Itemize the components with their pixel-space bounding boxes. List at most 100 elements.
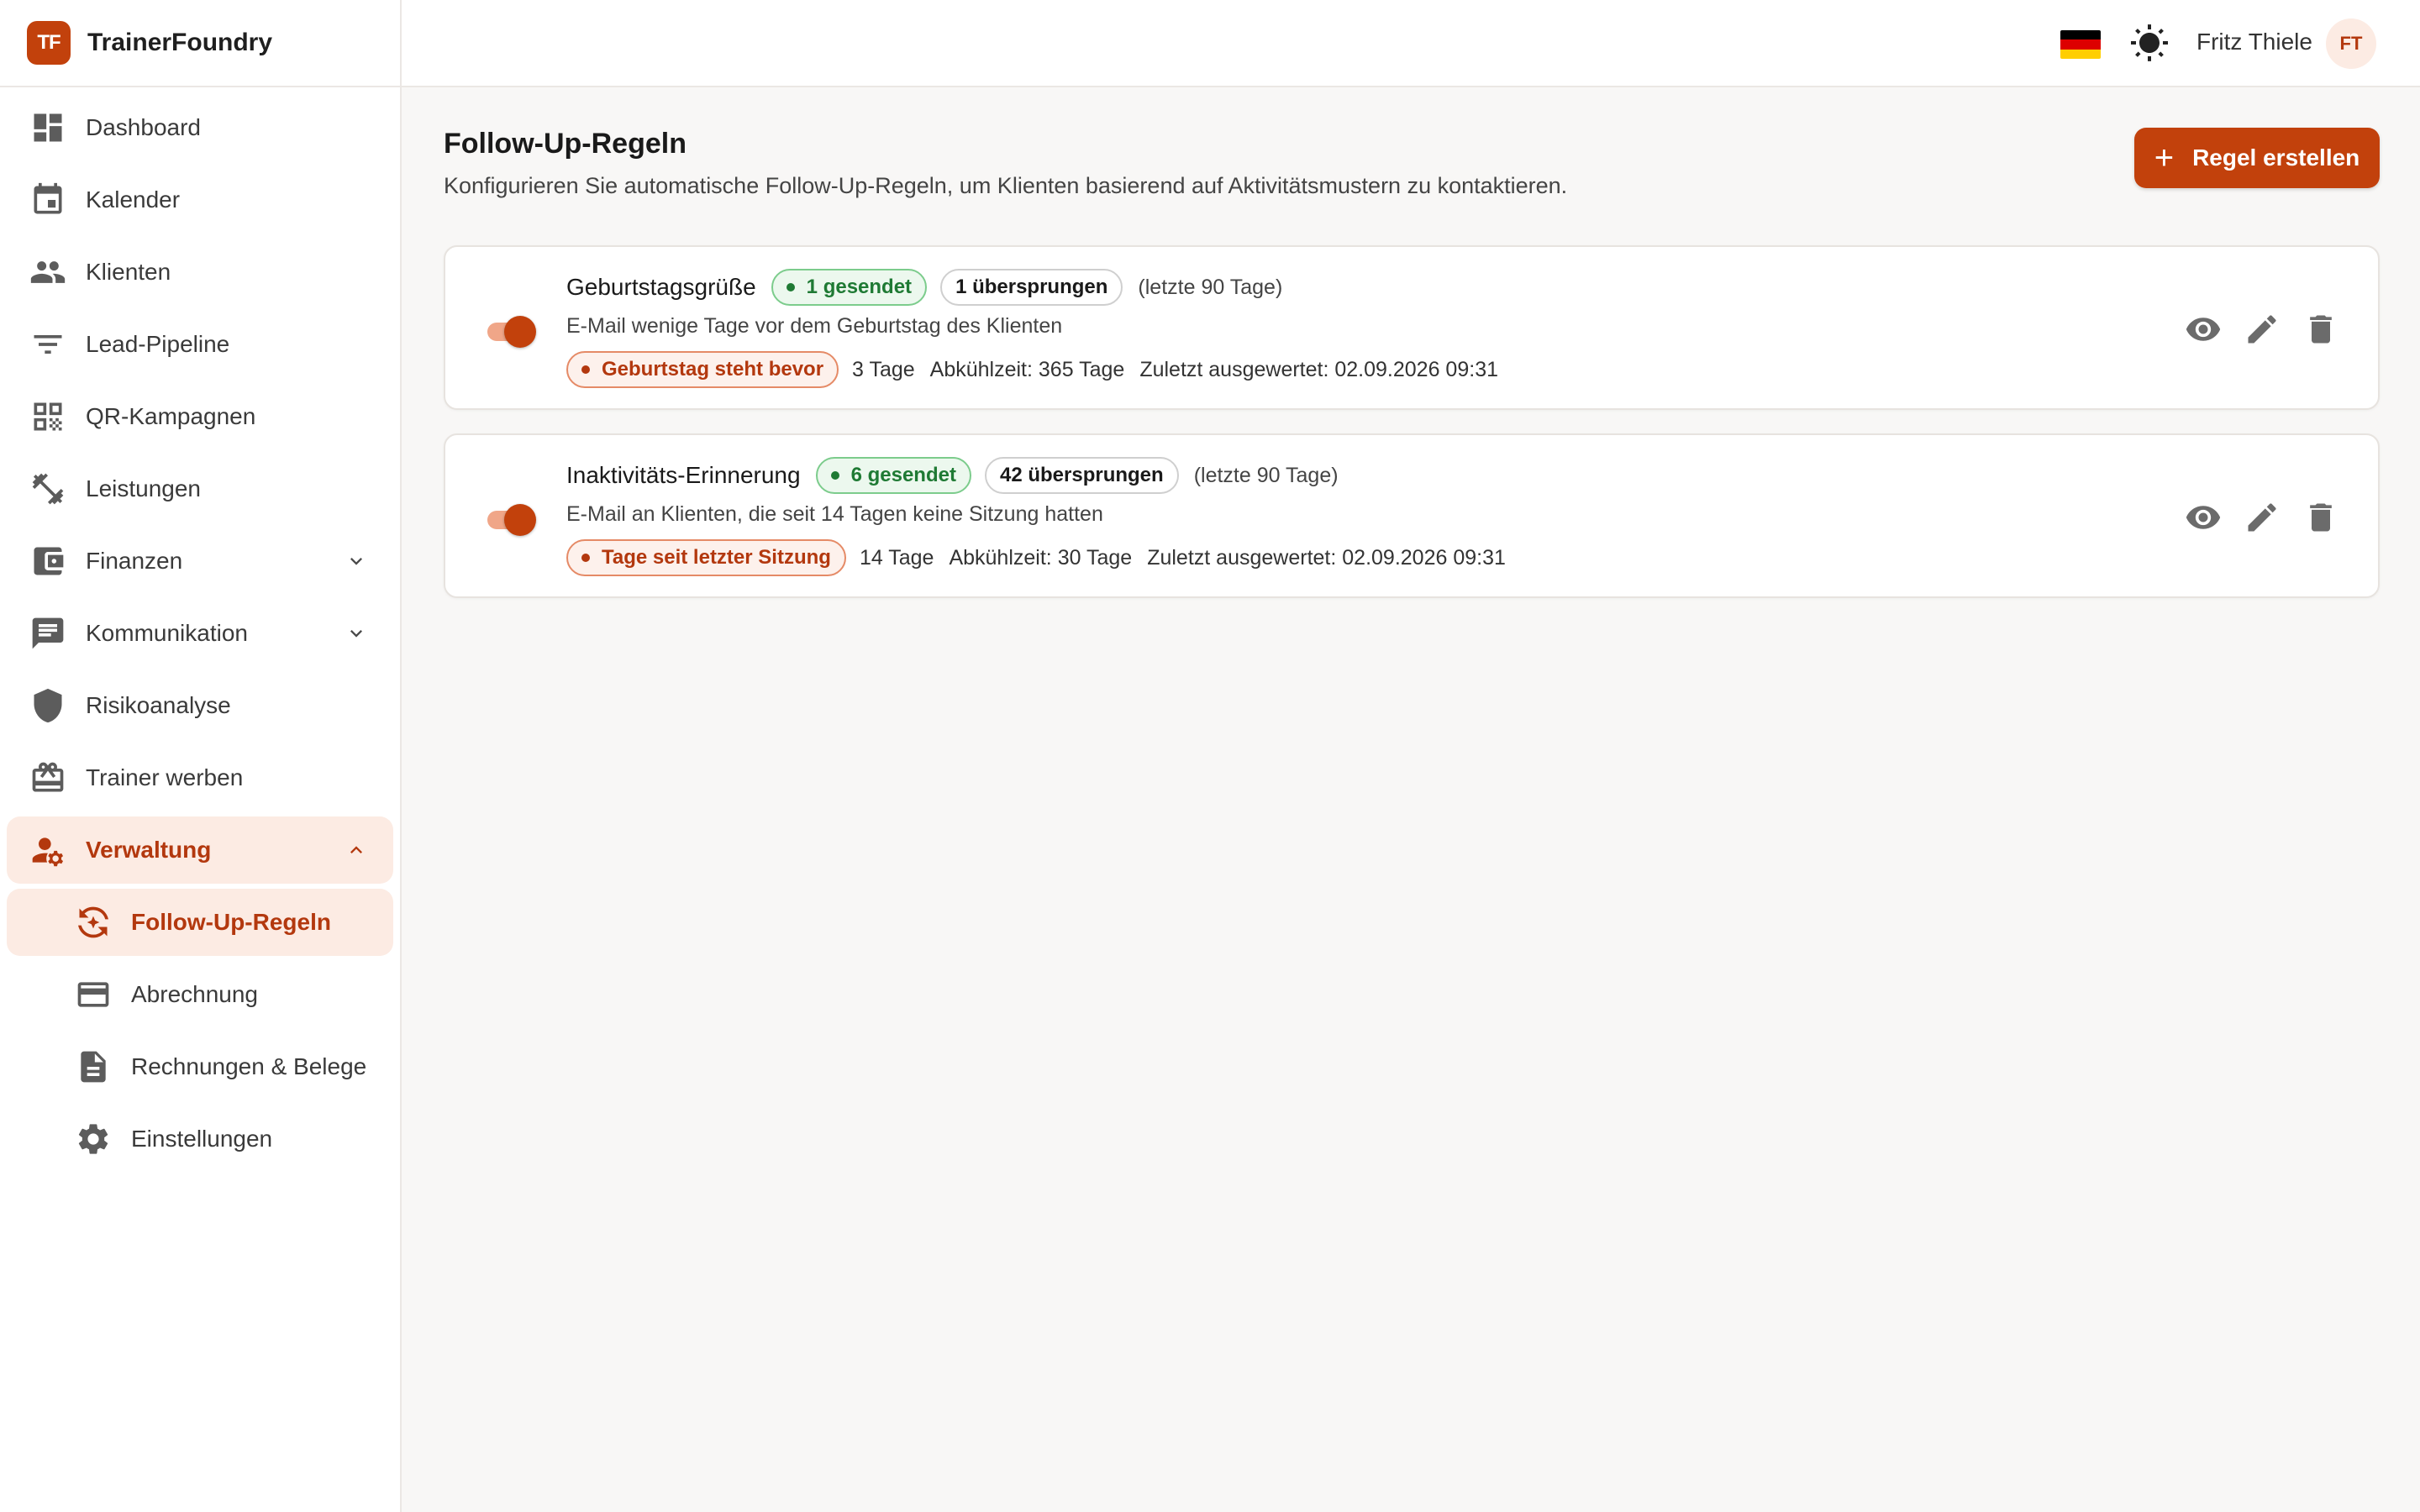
period-text: (letzte 90 Tage) [1138, 275, 1283, 299]
qr-code-icon [29, 397, 67, 436]
sidebar-item-label: Lead-Pipeline [86, 331, 230, 357]
wallet-icon [29, 542, 67, 580]
chevron-down-icon [345, 622, 368, 645]
sent-count: 1 gesendet [806, 276, 913, 298]
trigger-label: Tage seit letzter Sitzung [602, 546, 831, 569]
user-name[interactable]: Fritz Thiele [2196, 29, 2312, 55]
eye-icon[interactable] [2183, 309, 2223, 349]
pencil-icon[interactable] [2242, 497, 2282, 538]
sidebar-item-label: Trainer werben [86, 764, 244, 790]
sidebar-item-qr-kampagnen[interactable]: QR-Kampagnen [7, 383, 393, 450]
sidebar-item-dashboard[interactable]: Dashboard [7, 94, 393, 161]
brand-logo: TF [27, 21, 71, 65]
sidebar-item-lead-pipeline[interactable]: Lead-Pipeline [7, 311, 393, 378]
brand-name: TrainerFoundry [87, 29, 273, 56]
gift-card-icon [29, 759, 67, 797]
sidebar-item-label: Kalender [86, 186, 181, 213]
status-dot [581, 365, 590, 374]
status-dot [581, 554, 590, 562]
sidebar-item-rechnungen-belege[interactable]: Rechnungen & Belege [7, 1033, 393, 1100]
germany-flag-icon[interactable] [2060, 30, 2101, 59]
rule-enabled-toggle[interactable] [484, 504, 536, 536]
trigger-label: Geburtstag steht bevor [602, 358, 824, 381]
rule-enabled-toggle[interactable] [484, 316, 536, 348]
sidebar-item-label: Dashboard [86, 114, 201, 140]
toggle-thumb [504, 504, 536, 536]
sidebar-item-follow-up-regeln[interactable]: Follow-Up-Regeln [7, 889, 393, 956]
rule-meta: Tage seit letzter Sitzung 14 Tage Abkühl… [566, 539, 1521, 576]
sidebar-item-risikoanalyse[interactable]: Risikoanalyse [7, 672, 393, 739]
document-icon [74, 1047, 113, 1086]
top-header: Fritz Thiele FT [402, 0, 2420, 87]
sent-count: 6 gesendet [850, 464, 956, 486]
rule-header: Inaktivitäts-Erinnerung 6 gesendet 42 üb… [566, 457, 1339, 494]
trigger-days: 14 Tage [859, 545, 934, 570]
period-text: (letzte 90 Tage) [1193, 463, 1339, 487]
sidebar-item-trainer-werben[interactable]: Trainer werben [7, 744, 393, 811]
create-rule-button[interactable]: + Regel erstellen [2134, 128, 2380, 188]
sidebar-item-label: Risikoanalyse [86, 692, 231, 718]
app-root: TF TrainerFoundry Dashboard Kalender Kli… [0, 0, 2420, 1512]
pencil-icon[interactable] [2242, 309, 2282, 349]
admin-icon [29, 831, 67, 869]
shield-icon [29, 686, 67, 725]
gear-icon [74, 1120, 113, 1158]
rule-card: Geburtstagsgrüße 1 gesendet 1 übersprung… [444, 245, 2380, 410]
cooldown: Abkühlzeit: 30 Tage [949, 545, 1133, 570]
chevron-up-icon [345, 838, 368, 862]
sidebar-item-kommunikation[interactable]: Kommunikation [7, 600, 393, 667]
brand[interactable]: TF TrainerFoundry [0, 0, 400, 87]
dashboard-icon [29, 108, 67, 147]
follow-up-icon [74, 903, 113, 942]
sidebar-item-klienten[interactable]: Klienten [7, 239, 393, 306]
last-evaluated: Zuletzt ausgewertet: 02.09.2026 09:31 [1147, 545, 1506, 570]
rules-list: Geburtstagsgrüße 1 gesendet 1 übersprung… [444, 245, 2380, 622]
avatar[interactable]: FT [2326, 18, 2376, 69]
rule-actions [2165, 309, 2341, 349]
sidebar-item-kalender[interactable]: Kalender [7, 166, 393, 234]
sidebar-item-label: QR-Kampagnen [86, 403, 256, 429]
trash-icon[interactable] [2301, 497, 2341, 538]
calendar-icon [29, 181, 67, 219]
rule-card: Inaktivitäts-Erinnerung 6 gesendet 42 üb… [444, 433, 2380, 598]
status-dot [830, 471, 839, 480]
sidebar-item-label: Abrechnung [131, 981, 259, 1007]
sidebar-item-einstellungen[interactable]: Einstellungen [7, 1105, 393, 1173]
trigger-days: 3 Tage [852, 357, 915, 381]
sidebar-item-label: Kommunikation [86, 620, 248, 646]
sidebar: TF TrainerFoundry Dashboard Kalender Kli… [0, 0, 402, 1512]
trash-icon[interactable] [2301, 309, 2341, 349]
plus-icon: + [2154, 139, 2175, 176]
sidebar-item-verwaltung[interactable]: Verwaltung [7, 816, 393, 884]
sidebar-nav: Dashboard Kalender Klienten Lead-Pipelin… [0, 87, 400, 1173]
trigger-badge: Geburtstag steht bevor [566, 351, 839, 388]
sidebar-item-label: Einstellungen [131, 1126, 273, 1152]
trigger-badge: Tage seit letzter Sitzung [566, 539, 846, 576]
rule-actions [2165, 497, 2341, 538]
rule-description: E-Mail wenige Tage vor dem Geburtstag de… [566, 314, 1063, 338]
sidebar-item-abrechnung[interactable]: Abrechnung [7, 961, 393, 1028]
page-title: Follow-Up-Regeln [444, 128, 687, 160]
chat-icon [29, 614, 67, 653]
create-rule-label: Regel erstellen [2192, 144, 2360, 171]
sidebar-item-label: Verwaltung [86, 837, 212, 863]
eye-icon[interactable] [2183, 497, 2223, 538]
dumbbell-icon [29, 470, 67, 508]
filter-icon [29, 325, 67, 364]
rule-meta: Geburtstag steht bevor 3 Tage Abkühlzeit… [566, 351, 1513, 388]
sun-icon[interactable] [2129, 24, 2170, 64]
page-subtitle: Konfigurieren Sie automatische Follow-Up… [444, 173, 1568, 198]
sidebar-item-label: Klienten [86, 259, 171, 285]
chevron-down-icon [345, 549, 368, 573]
last-evaluated: Zuletzt ausgewertet: 02.09.2026 09:31 [1139, 357, 1498, 381]
credit-card-icon [74, 975, 113, 1014]
skipped-count: 42 übersprungen [999, 464, 1164, 486]
sidebar-item-label: Finanzen [86, 548, 183, 574]
sidebar-item-leistungen[interactable]: Leistungen [7, 455, 393, 522]
sidebar-item-finanzen[interactable]: Finanzen [7, 528, 393, 595]
cooldown: Abkühlzeit: 365 Tage [929, 357, 1125, 381]
rule-name: Geburtstagsgrüße [566, 274, 756, 300]
rule-name: Inaktivitäts-Erinnerung [566, 462, 801, 488]
rule-header: Geburtstagsgrüße 1 gesendet 1 übersprung… [566, 269, 1282, 306]
status-dot [786, 283, 795, 291]
